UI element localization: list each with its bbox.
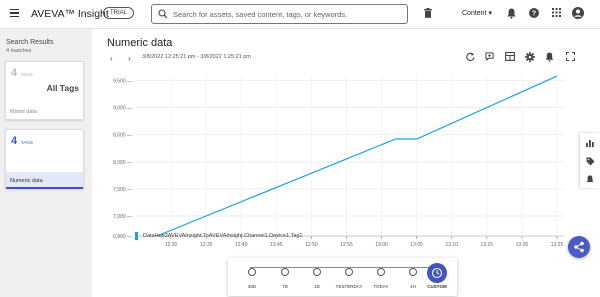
time-range-selector: 30D 7D 1D YESTERDAY TODAY 1H CUSTOM: [228, 258, 457, 296]
share-button[interactable]: [568, 236, 590, 258]
legend-series-name: DataHub2AVEVAInsight.ToAVEVAInsight.Chan…: [143, 233, 303, 239]
x-tick-label: 12:50: [305, 242, 318, 248]
x-tick-label: 13:25: [551, 242, 564, 248]
x-tick-label: 12:45: [270, 242, 283, 248]
y-tick-label: 8,000 —: [113, 160, 132, 166]
time-option-label: TODAY: [373, 284, 389, 289]
tags-label: TAGS: [21, 140, 33, 145]
settings-icon[interactable]: [525, 52, 535, 62]
radio-dot: [345, 268, 353, 276]
tag-count: 4: [11, 67, 18, 79]
search-input[interactable]: Search for assets, saved content, tags, …: [151, 4, 408, 24]
fullscreen-icon[interactable]: [566, 52, 575, 61]
share-icon: [574, 241, 584, 253]
time-option-label: 30D: [247, 284, 257, 289]
content-menu[interactable]: Content ▾: [462, 9, 492, 17]
time-option-label: 7D: [282, 284, 288, 289]
radio-dot: [281, 268, 289, 276]
x-tick-label: 13:10: [445, 242, 458, 248]
time-option-label: CUSTOM: [427, 284, 447, 289]
legend-swatch: [135, 232, 138, 240]
search-results-sidebar: Search Results 4 matches 4 TAGS All Tags…: [0, 29, 92, 297]
time-range: 3/8/2022 12:25:21 pm - 3/8/2022 1:25:21 …: [142, 54, 251, 60]
result-card-numeric-data[interactable]: 4 TAGS Numeric data: [5, 129, 84, 189]
help-icon[interactable]: ?: [529, 8, 539, 18]
y-tick-label: 9,000 —: [113, 106, 132, 112]
apps-grid-icon[interactable]: [552, 8, 561, 17]
y-tick-label: 6,900 —: [113, 234, 132, 240]
page-title: Numeric data: [107, 37, 173, 49]
sidebar-title: Search Results: [6, 39, 54, 46]
time-option-label: YESTERDAY: [335, 284, 363, 289]
line-chart: 6,900 — 7,000 — 7,500 — 8,000 — 8,500 — 9,000…: [113, 75, 564, 248]
alert-bell-icon[interactable]: [545, 52, 554, 62]
next-range-icon[interactable]: ›: [128, 54, 131, 63]
radio-dot: [248, 268, 256, 276]
y-tick-label: 7,000 —: [113, 214, 132, 220]
y-tick-label: 7,500 —: [113, 187, 132, 193]
x-tick-label: 12:35: [200, 242, 213, 248]
svg-text:?: ?: [532, 11, 536, 18]
x-tick-label: 12:40: [235, 242, 248, 248]
series-line: [156, 75, 558, 237]
trash-icon[interactable]: [424, 8, 432, 18]
x-tick-label: 13:15: [481, 242, 494, 248]
clock-icon: [427, 263, 447, 283]
clock-glyph: [431, 267, 443, 279]
bell-icon[interactable]: [507, 8, 516, 19]
content-menu-label: Content: [462, 10, 487, 17]
table-view-icon[interactable]: [505, 52, 515, 61]
card-name: Numeric data: [10, 178, 43, 184]
x-tick-label: 13:20: [516, 242, 529, 248]
search-icon: [158, 9, 168, 19]
time-option-label: 1D: [314, 284, 320, 289]
account-icon[interactable]: [572, 7, 584, 19]
app-title: AVEVA™ Insight: [31, 8, 109, 20]
radio-dot: [313, 268, 321, 276]
notification-bell-icon[interactable]: [586, 175, 594, 184]
radio-dot: [409, 268, 417, 276]
bar-chart-icon[interactable]: [586, 139, 594, 147]
x-tick-label: 12:55: [340, 242, 353, 248]
previous-range-icon[interactable]: ‹: [110, 54, 113, 63]
top-bar: AVEVA™ Insight TRIAL Search for assets, …: [0, 0, 600, 29]
x-tick-label: 12:30: [165, 242, 178, 248]
selected-indicator: [6, 187, 83, 189]
card-heading: All Tags: [46, 83, 79, 93]
main-panel: Numeric data ‹ › 3/8/2022 12:25:21 pm - …: [92, 29, 600, 297]
tag-count: 4: [11, 135, 18, 147]
y-tick-label: 8,500 —: [113, 133, 132, 139]
tag-icon[interactable]: [586, 157, 595, 166]
x-tick-label: 13:00: [375, 242, 388, 248]
refresh-icon[interactable]: [466, 52, 475, 61]
radio-dot: [377, 268, 385, 276]
tags-label: TAGS: [21, 72, 33, 77]
search-placeholder: Search for assets, saved content, tags, …: [173, 10, 348, 19]
y-tick-label: 9,500 —: [113, 78, 132, 84]
card-name: Mixed data: [10, 109, 37, 115]
result-card-mixed-data[interactable]: 4 TAGS All Tags Mixed data: [5, 61, 84, 120]
comment-icon[interactable]: [485, 52, 494, 61]
menu-icon[interactable]: [10, 9, 19, 18]
trial-badge: TRIAL: [103, 7, 135, 19]
right-tool-rail: [580, 133, 600, 188]
sidebar-subtitle: 4 matches: [6, 48, 32, 54]
timeline-track: [250, 267, 430, 268]
x-tick-label: 13:05: [410, 242, 423, 248]
